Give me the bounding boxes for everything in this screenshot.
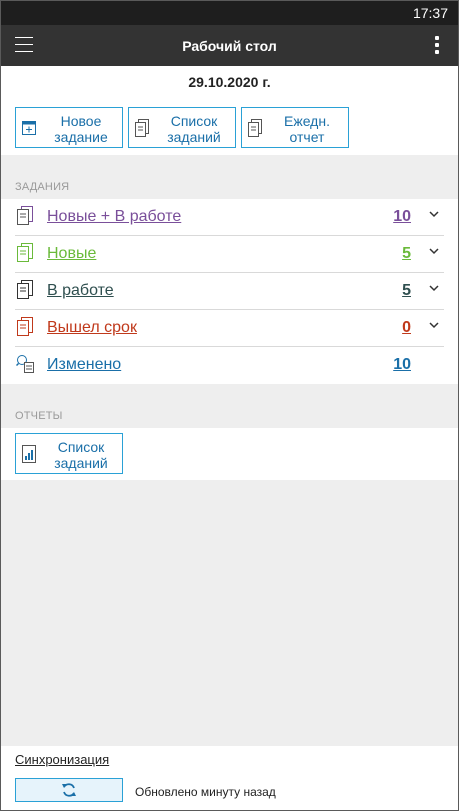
daily-report-icon (248, 119, 262, 137)
status-time: 17:37 (412, 5, 448, 21)
task-row-count[interactable]: 10 (393, 208, 411, 226)
task-row-new-and-in-progress[interactable]: Новые + В работе 10 (1, 199, 458, 236)
tasks-list: Новые + В работе 10 Новые 5 В работе 5 В… (1, 199, 458, 384)
report-task-list-button[interactable]: Список заданий (15, 433, 123, 474)
chevron-down-icon[interactable] (428, 246, 440, 256)
reports-section-label: ОТЧЕТЫ (15, 410, 63, 422)
daily-report-line1: Ежедн. (284, 113, 330, 129)
task-row-changed[interactable]: Изменено 10 (1, 347, 458, 384)
search-document-icon (16, 355, 34, 373)
document-stack-icon (17, 317, 33, 336)
task-row-count[interactable]: 5 (402, 282, 411, 300)
task-row-count[interactable]: 10 (393, 356, 411, 374)
new-task-line1: Новое (60, 113, 102, 129)
task-row-label[interactable]: Изменено (47, 356, 121, 374)
sync-panel: Синхронизация Обновлено минуту назад (1, 746, 458, 810)
sync-link[interactable]: Синхронизация (15, 752, 109, 767)
chevron-down-icon[interactable] (428, 320, 440, 330)
daily-report-button[interactable]: Ежедн. отчет (241, 107, 349, 148)
report-button-line1: Список (57, 439, 105, 455)
task-row-label[interactable]: Вышел срок (47, 319, 137, 337)
task-row-count[interactable]: 5 (402, 245, 411, 263)
reports-panel: Список заданий (1, 428, 458, 480)
document-stack-icon (17, 280, 33, 299)
new-task-button[interactable]: Новое задание (15, 107, 123, 148)
refresh-icon (62, 783, 76, 797)
current-date: 29.10.2020 г. (1, 66, 458, 100)
quick-actions-panel: Новое задание Список заданий Ежедн. отче… (1, 100, 458, 155)
task-list-line2: заданий (167, 129, 221, 145)
chart-document-icon (22, 445, 36, 463)
task-row-label[interactable]: В работе (47, 282, 114, 300)
new-task-line2: задание (54, 129, 108, 145)
tasks-section-label: ЗАДАНИЯ (15, 181, 70, 193)
task-row-new[interactable]: Новые 5 (1, 236, 458, 273)
sync-status-text: Обновлено минуту назад (135, 785, 276, 799)
daily-report-line2: отчет (289, 129, 325, 145)
task-row-count[interactable]: 0 (402, 319, 411, 337)
task-row-overdue[interactable]: Вышел срок 0 (1, 310, 458, 347)
task-list-line1: Список (170, 113, 218, 129)
new-task-icon (22, 121, 36, 135)
app-screen: 17:37 Рабочий стол 29.10.2020 г. Новое з… (0, 0, 459, 811)
task-row-label[interactable]: Новые (47, 245, 96, 263)
task-row-label[interactable]: Новые + В работе (47, 208, 181, 226)
document-stack-icon (17, 243, 33, 262)
report-button-line2: заданий (54, 455, 108, 471)
task-list-button[interactable]: Список заданий (128, 107, 236, 148)
chevron-down-icon[interactable] (428, 283, 440, 293)
sync-button[interactable] (15, 778, 123, 802)
status-bar: 17:37 (1, 1, 458, 25)
task-list-icon (135, 119, 149, 137)
task-row-in-progress[interactable]: В работе 5 (1, 273, 458, 310)
app-bar: Рабочий стол (1, 25, 458, 66)
chevron-down-icon[interactable] (428, 209, 440, 219)
more-vert-icon[interactable] (434, 36, 440, 56)
page-title: Рабочий стол (182, 38, 277, 54)
document-stack-icon (17, 206, 33, 225)
